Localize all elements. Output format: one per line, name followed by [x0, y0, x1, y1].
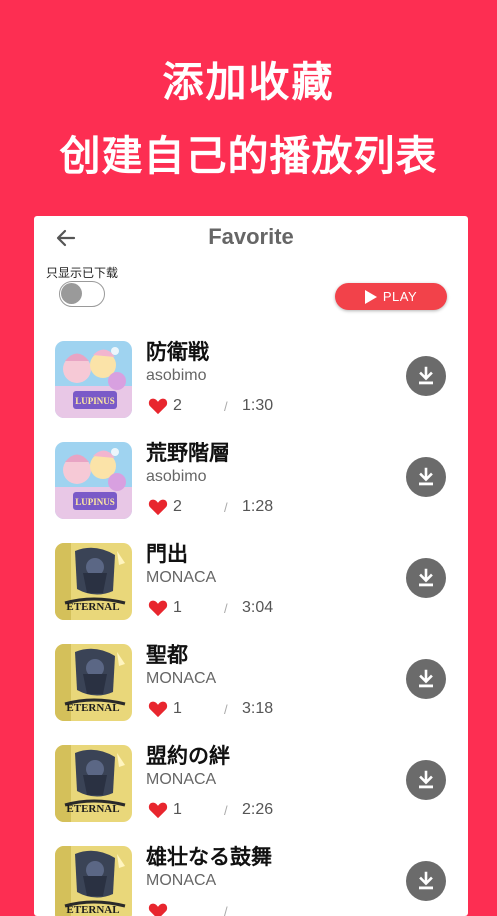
download-button[interactable]: [406, 356, 446, 396]
promo-headline: 添加收藏: [162, 58, 335, 106]
download-button[interactable]: [406, 760, 446, 800]
album-art-image: [55, 543, 132, 620]
album-art: [55, 644, 132, 721]
song-duration: 1:30: [242, 397, 274, 414]
download-icon: [419, 669, 433, 688]
album-art-image: [55, 846, 132, 916]
heart-icon[interactable]: [148, 498, 168, 516]
heart-icon[interactable]: [148, 599, 168, 617]
song-artist: asobimo: [146, 468, 207, 485]
separator: /: [224, 702, 228, 717]
downloaded-only-toggle[interactable]: [59, 281, 105, 307]
song-row[interactable]: 荒野階層 asobimo 2 / 1:28: [34, 437, 468, 538]
download-button[interactable]: [406, 457, 446, 497]
album-art-image: [55, 644, 132, 721]
download-icon: [419, 366, 433, 385]
like-count: 1: [173, 599, 182, 616]
play-icon: [364, 289, 377, 304]
download-button[interactable]: [406, 659, 446, 699]
song-row[interactable]: 盟約の絆 MONACA 1 / 2:26: [34, 740, 468, 841]
song-title: 門出: [146, 542, 188, 566]
song-title: 盟約の絆: [146, 744, 230, 768]
like-count: 1: [173, 700, 182, 717]
song-artist: MONACA: [146, 771, 217, 788]
song-title: 荒野階層: [146, 441, 230, 465]
song-artist: MONACA: [146, 569, 217, 586]
separator: /: [224, 601, 228, 616]
song-row[interactable]: 雄壮なる鼓舞 MONACA /: [34, 841, 468, 916]
like-count: 2: [173, 397, 182, 414]
song-row[interactable]: 防衛戦 asobimo 2 / 1:30: [34, 336, 468, 437]
separator: /: [224, 904, 228, 916]
toggle-knob: [61, 283, 82, 304]
song-duration: 1:28: [242, 498, 274, 515]
album-art-image: [55, 341, 132, 418]
play-label: PLAY: [382, 289, 418, 304]
song-duration: 3:04: [242, 599, 274, 616]
download-button[interactable]: [406, 861, 446, 901]
download-icon: [419, 467, 433, 486]
download-icon: [419, 871, 433, 890]
separator: /: [224, 803, 228, 818]
album-art: [55, 846, 132, 916]
heart-icon[interactable]: [148, 801, 168, 819]
separator: /: [224, 399, 228, 414]
song-title: 聖都: [146, 643, 188, 667]
heart-icon[interactable]: [148, 902, 168, 916]
favorite-panel: Favorite 只显示已下载 PLAY 防衛戦 asobimo 2 / 1:3…: [34, 216, 468, 916]
like-count: 1: [173, 801, 182, 818]
song-artist: MONACA: [146, 670, 217, 687]
song-duration: 3:18: [242, 700, 274, 717]
download-icon: [419, 568, 433, 587]
play-button[interactable]: PLAY: [335, 283, 447, 310]
album-art: [55, 442, 132, 519]
download-button[interactable]: [406, 558, 446, 598]
heart-icon[interactable]: [148, 397, 168, 415]
song-row[interactable]: 門出 MONACA 1 / 3:04: [34, 538, 468, 639]
song-artist: MONACA: [146, 872, 217, 889]
heart-icon[interactable]: [148, 700, 168, 718]
song-title: 防衛戦: [146, 340, 209, 364]
song-artist: asobimo: [146, 367, 207, 384]
album-art-image: [55, 442, 132, 519]
page-title: Favorite: [208, 224, 294, 249]
song-title: 雄壮なる鼓舞: [146, 845, 272, 869]
download-icon: [419, 770, 433, 789]
promo-subheadline: 创建自己的播放列表: [59, 132, 438, 180]
album-art: [55, 341, 132, 418]
album-art: [55, 543, 132, 620]
album-art: [55, 745, 132, 822]
separator: /: [224, 500, 228, 515]
song-duration: 2:26: [242, 801, 274, 818]
like-count: 2: [173, 498, 182, 515]
album-art-image: [55, 745, 132, 822]
filter-label: 只显示已下载: [46, 266, 119, 280]
song-row[interactable]: 聖都 MONACA 1 / 3:18: [34, 639, 468, 740]
